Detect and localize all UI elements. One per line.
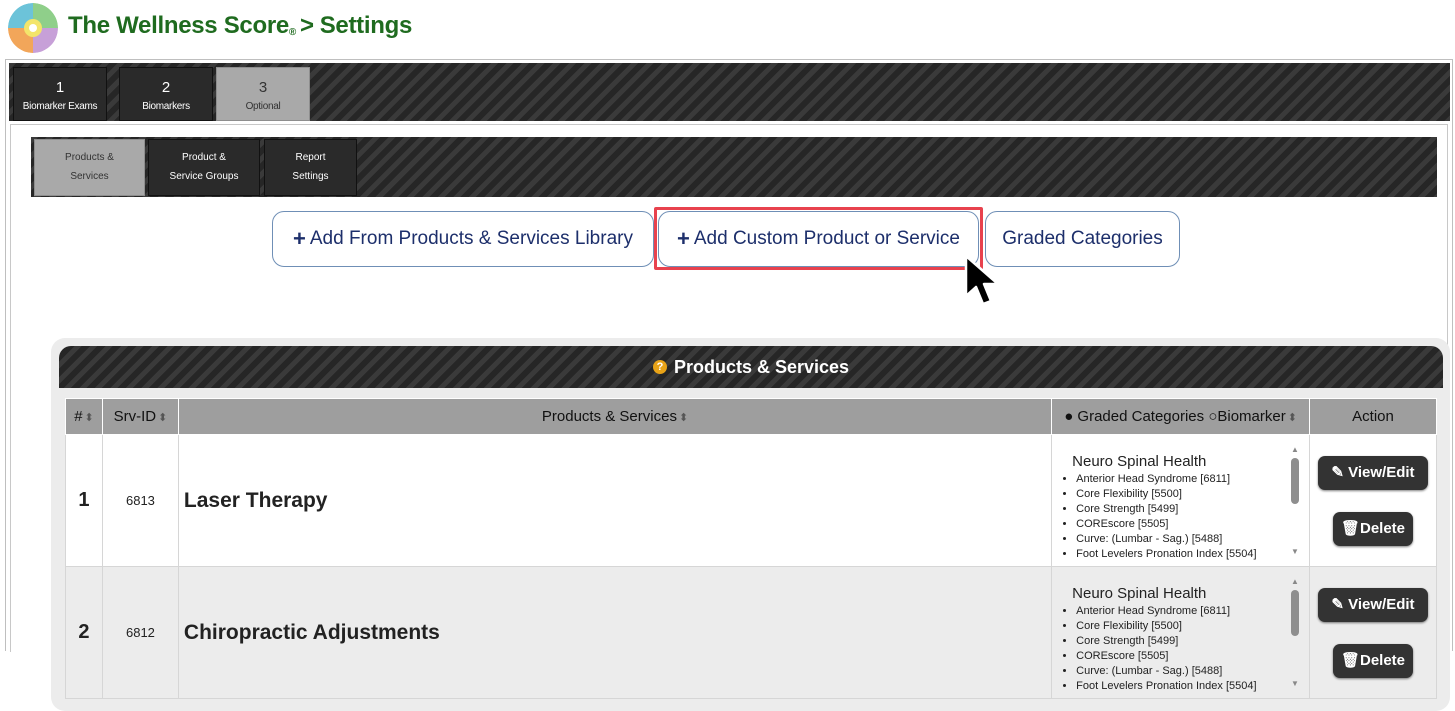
wellness-logo-icon xyxy=(8,3,58,53)
plus-icon: + xyxy=(293,226,306,251)
category-item: Core Strength [5499] xyxy=(1076,502,1290,517)
chevron-right-icon: > xyxy=(300,12,314,39)
category-item: Anterior Head Syndrome [6811] xyxy=(1076,472,1290,487)
mouse-cursor-icon xyxy=(964,254,1000,306)
category-list: Neuro Spinal Health Anterior Head Syndro… xyxy=(1060,585,1290,694)
category-scrollbar[interactable]: ▲ ▼ xyxy=(1290,577,1300,689)
category-list: Neuro Spinal Health Anterior Head Syndro… xyxy=(1060,453,1290,562)
products-table: # ⬍ Srv-ID ⬍ Products & Services ⬍ ● Graded… xyxy=(65,398,1438,699)
optional-section: Products & Services Product & Service Gr… xyxy=(10,124,1450,711)
table-row: 2 6812 Chiropractic Adjustments Neuro Sp… xyxy=(65,566,1438,699)
graded-categories-label: Graded Categories xyxy=(1002,228,1163,249)
column-header-srv-id[interactable]: Srv-ID ⬍ xyxy=(101,398,179,435)
row-actions: ✎ View/Edit 🗑Delete xyxy=(1308,566,1438,699)
step-tab-bar: 1 Biomarker Exams 2 Biomarkers 3 Optiona… xyxy=(9,63,1450,121)
category-item: COREscore [5505] xyxy=(1076,517,1290,532)
edit-icon: ✎ xyxy=(1331,463,1349,481)
step-number: 2 xyxy=(161,79,171,96)
category-item: Core Flexibility [5500] xyxy=(1076,619,1290,634)
tab-label-line2: Service Groups xyxy=(169,171,239,182)
category-title: Neuro Spinal Health xyxy=(1072,585,1207,602)
scroll-up-icon[interactable]: ▲ xyxy=(1290,445,1300,455)
table-row: 1 6813 Laser Therapy Neuro Spinal Health… xyxy=(65,434,1438,567)
category-scrollbar[interactable]: ▲ ▼ xyxy=(1290,445,1300,557)
category-item: COREscore [5505] xyxy=(1076,649,1290,664)
tab-label-line2: Settings xyxy=(292,171,329,182)
tab-step-3-optional[interactable]: 3 Optional xyxy=(216,67,310,121)
add-custom-product-label: Add Custom Product or Service xyxy=(693,228,960,249)
trash-icon: 🗑 xyxy=(1340,519,1360,537)
edit-icon: ✎ xyxy=(1331,595,1349,613)
scroll-thumb[interactable] xyxy=(1290,458,1299,504)
tab-label-line1: Products & xyxy=(65,152,114,163)
add-from-library-label: Add From Products & Services Library xyxy=(309,228,633,249)
sort-icon: ⬍ xyxy=(678,412,689,424)
step-number: 3 xyxy=(258,79,268,96)
delete-button[interactable]: 🗑Delete xyxy=(1332,511,1413,546)
row-product-name: Chiropractic Adjustments xyxy=(177,566,1053,699)
delete-button[interactable]: 🗑Delete xyxy=(1332,643,1413,678)
app-name: The Wellness Score xyxy=(68,12,289,39)
step-label: Biomarkers xyxy=(142,101,190,112)
scroll-up-icon[interactable]: ▲ xyxy=(1290,577,1300,587)
add-from-library-button[interactable]: + Add From Products & Services Library xyxy=(272,211,654,267)
column-header-graded-categories[interactable]: ● Graded Categories ○Biomarker ⬍ xyxy=(1051,398,1310,435)
tab-label-line1: Report xyxy=(295,152,326,163)
row-srv-id: 6812 xyxy=(101,566,179,699)
table-header-row: # ⬍ Srv-ID ⬍ Products & Services ⬍ ● Graded… xyxy=(65,398,1438,435)
scroll-thumb[interactable] xyxy=(1290,590,1299,636)
step-label: Biomarker Exams xyxy=(22,101,98,112)
tab-report-settings[interactable]: Report Settings xyxy=(264,139,357,196)
view-edit-button[interactable]: ✎ View/Edit xyxy=(1317,455,1428,490)
column-header-num[interactable]: # ⬍ xyxy=(65,398,103,435)
tab-step-2-biomarkers[interactable]: 2 Biomarkers xyxy=(119,67,213,121)
view-edit-button[interactable]: ✎ View/Edit xyxy=(1317,587,1428,622)
category-item: Foot Levelers Pronation Index [5504] xyxy=(1076,679,1290,694)
category-item: Curve: (Lumbar - Sag.) [5488] xyxy=(1076,532,1290,547)
category-title: Neuro Spinal Health xyxy=(1072,453,1207,470)
scroll-down-icon[interactable]: ▼ xyxy=(1290,679,1300,689)
row-actions: ✎ View/Edit 🗑Delete xyxy=(1308,434,1438,567)
category-item: Anterior Head Syndrome [6811] xyxy=(1076,604,1290,619)
help-icon[interactable]: ? xyxy=(652,360,667,374)
products-services-panel: ? Products & Services # ⬍ Srv-ID ⬍ Product… xyxy=(51,338,1450,711)
scroll-down-icon[interactable]: ▼ xyxy=(1290,547,1300,557)
row-srv-id: 6813 xyxy=(101,434,179,567)
row-number: 1 xyxy=(65,434,103,567)
tab-label-line1: Product & xyxy=(182,152,226,163)
row-product-name: Laser Therapy xyxy=(177,434,1053,567)
column-header-products-services[interactable]: Products & Services ⬍ xyxy=(177,398,1053,435)
trash-icon: 🗑 xyxy=(1340,651,1360,669)
tab-label-line2: Services xyxy=(70,171,109,182)
row-number: 2 xyxy=(65,566,103,699)
panel-title: Products & Services xyxy=(673,356,850,377)
category-item: Core Strength [5499] xyxy=(1076,634,1290,649)
category-item: Core Flexibility [5500] xyxy=(1076,487,1290,502)
registered-mark: ® xyxy=(288,27,296,38)
sort-icon: ⬍ xyxy=(158,412,168,424)
app-header: The Wellness Score® > Settings xyxy=(0,0,1455,58)
plus-icon: + xyxy=(677,226,690,251)
settings-container: 1 Biomarker Exams 2 Biomarkers 3 Optiona… xyxy=(5,59,1453,711)
sort-icon: ⬍ xyxy=(84,412,94,424)
page-title: The Wellness Score® > Settings xyxy=(68,12,412,40)
category-item: Foot Levelers Pronation Index [5504] xyxy=(1076,547,1290,562)
category-item: Curve: (Lumbar - Sag.) [5488] xyxy=(1076,664,1290,679)
subtab-bar: Products & Services Product & Service Gr… xyxy=(31,137,1437,197)
row-graded-categories: Neuro Spinal Health Anterior Head Syndro… xyxy=(1051,566,1310,699)
tab-product-service-groups[interactable]: Product & Service Groups xyxy=(148,139,260,196)
step-number: 1 xyxy=(55,79,65,96)
column-header-action: Action xyxy=(1308,398,1438,435)
panel-header: ? Products & Services xyxy=(59,346,1443,388)
page-name: Settings xyxy=(319,12,413,39)
step-label: Optional xyxy=(245,101,281,112)
row-graded-categories: Neuro Spinal Health Anterior Head Syndro… xyxy=(1051,434,1310,567)
tab-step-1-biomarker-exams[interactable]: 1 Biomarker Exams xyxy=(13,67,107,121)
tab-products-services[interactable]: Products & Services xyxy=(34,139,145,196)
sort-icon: ⬍ xyxy=(1287,412,1297,424)
add-custom-product-button[interactable]: + Add Custom Product or Service xyxy=(658,211,979,267)
graded-categories-button[interactable]: Graded Categories xyxy=(985,211,1180,267)
